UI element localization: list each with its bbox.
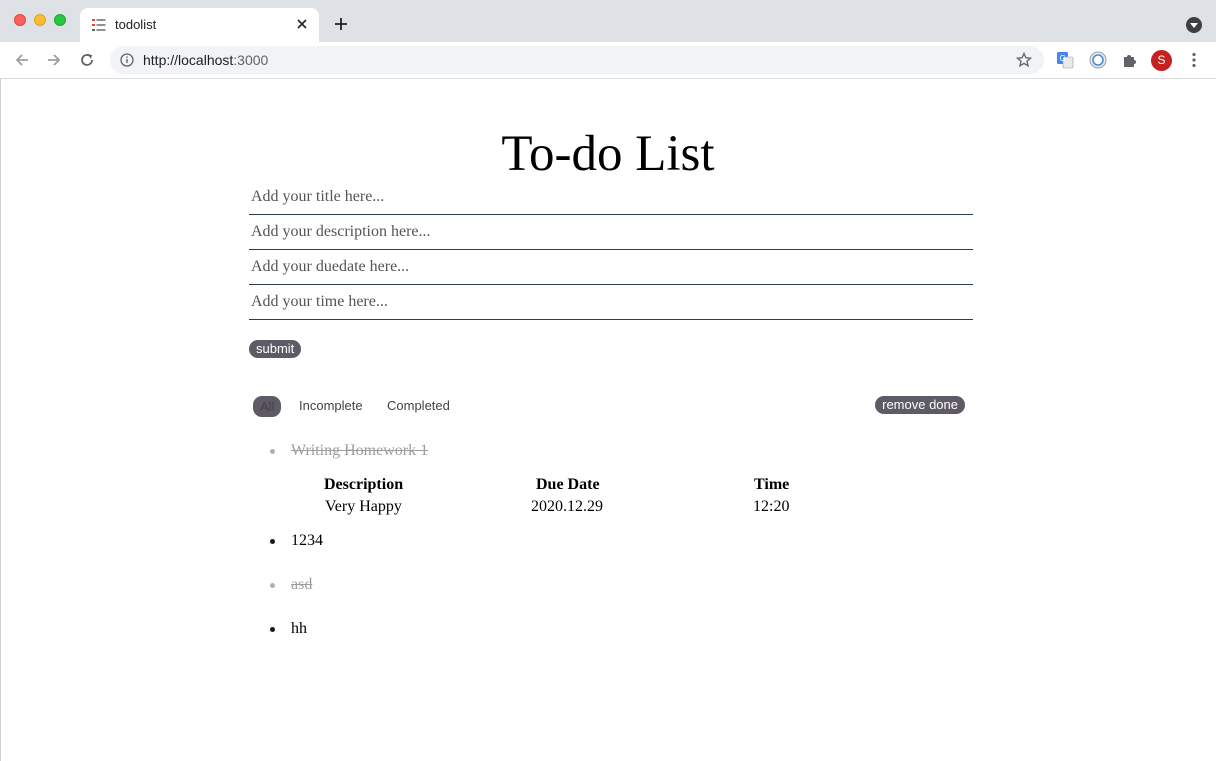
bookmark-star-icon[interactable] — [1016, 52, 1032, 68]
filter-incomplete-button[interactable]: Incomplete — [299, 396, 363, 415]
tab-search-icon[interactable] — [1186, 17, 1202, 33]
time-input[interactable] — [249, 285, 973, 320]
todo-title[interactable]: hh — [291, 618, 307, 640]
due-date-value: 2020.12.29 — [531, 498, 603, 515]
filter-all-button[interactable]: All — [253, 396, 282, 417]
title-input[interactable] — [249, 180, 973, 215]
tab-title: todolist — [115, 17, 157, 32]
page-title: To-do List — [501, 126, 715, 182]
description-input[interactable] — [249, 215, 973, 250]
extension-circle-icon[interactable] — [1089, 51, 1107, 69]
maximize-window-button[interactable] — [54, 14, 66, 26]
url-port: :3000 — [233, 52, 269, 68]
list-icon — [92, 19, 106, 31]
todo-title[interactable]: 1234 — [291, 530, 323, 552]
close-tab-icon[interactable] — [294, 16, 310, 32]
info-icon[interactable] — [120, 53, 134, 67]
time-header: Time — [754, 476, 790, 493]
url-host: http://localhost — [143, 52, 234, 68]
bullet-icon — [270, 449, 275, 454]
close-window-button[interactable] — [14, 14, 26, 26]
due-date-header: Due Date — [536, 476, 600, 493]
tab-strip: todolist — [0, 0, 1216, 42]
todo-title[interactable]: Writing Homework 1 — [291, 440, 428, 462]
description-value: Very Happy — [325, 498, 402, 515]
description-header: Description — [324, 476, 404, 493]
browser-toolbar: http://localhost:3000 G S — [0, 42, 1216, 79]
todo-form — [249, 180, 973, 320]
extensions-puzzle-icon[interactable] — [1121, 51, 1139, 69]
forward-arrow-icon[interactable] — [44, 50, 64, 70]
more-options-icon[interactable] — [1185, 51, 1203, 69]
duedate-input[interactable] — [249, 250, 973, 285]
reload-icon[interactable] — [77, 50, 97, 70]
filter-completed-button[interactable]: Completed — [387, 396, 450, 415]
translate-extension-icon[interactable]: G — [1056, 51, 1074, 69]
url-text[interactable]: http://localhost:3000 — [143, 52, 268, 68]
filter-bar: All Incomplete Completed remove done — [253, 395, 965, 417]
submit-button[interactable]: submit — [249, 340, 302, 358]
remove-done-button[interactable]: remove done — [875, 396, 965, 414]
bullet-icon — [270, 583, 275, 588]
bullet-icon — [270, 627, 275, 632]
browser-tab[interactable]: todolist — [80, 8, 319, 42]
svg-text:G: G — [1060, 54, 1066, 63]
profile-avatar[interactable]: S — [1151, 50, 1172, 71]
back-arrow-icon[interactable] — [12, 50, 32, 70]
bullet-icon — [270, 539, 275, 544]
todo-title[interactable]: asd — [291, 574, 312, 596]
minimize-window-button[interactable] — [34, 14, 46, 26]
new-tab-icon[interactable] — [331, 14, 351, 34]
time-value: 12:20 — [753, 498, 790, 515]
address-bar[interactable]: http://localhost:3000 — [110, 46, 1044, 74]
